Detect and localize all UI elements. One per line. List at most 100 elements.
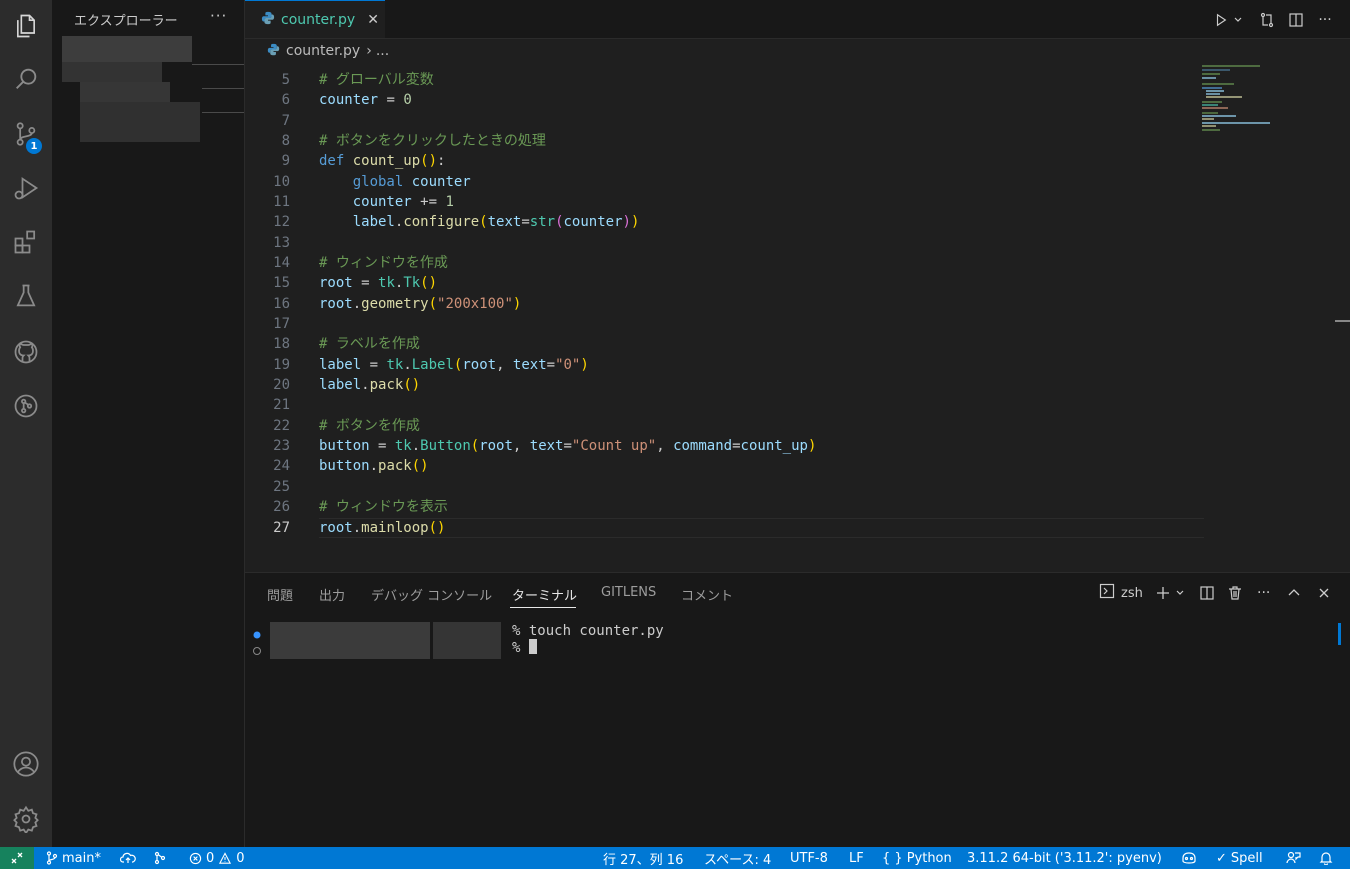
extensions-icon[interactable]	[0, 216, 52, 268]
terminal-dropdown-chevron-icon[interactable]	[1175, 583, 1185, 603]
testing-icon[interactable]	[0, 270, 52, 322]
end-of-line[interactable]: LF	[849, 847, 864, 869]
shell-name: zsh	[1121, 585, 1143, 601]
braces-icon: { }	[882, 850, 903, 866]
activity-bar: 1	[0, 0, 52, 847]
gitlens-icon[interactable]	[0, 380, 52, 432]
code-line: 9 def count_up():	[281, 153, 446, 169]
run-debug-icon[interactable]	[0, 162, 52, 214]
split-terminal-icon[interactable]	[1199, 583, 1215, 603]
code-editor[interactable]: 5 # グローバル変数 6 counter = 0 7 8 # ボタンをクリックしたと…	[245, 64, 1350, 571]
language-name: Python	[906, 850, 952, 866]
editor-tab-bar: counter.py ✕ ···	[245, 0, 1350, 39]
notifications-bell-icon[interactable]	[1319, 847, 1333, 869]
git-branch-icon	[46, 851, 58, 865]
status-bar: main* 0 0 行 27、列 16 スペース: 4 UTF-8 LF { }…	[0, 847, 1350, 869]
run-python-file-icon[interactable]	[1211, 10, 1231, 30]
code-line: 14 # ウィンドウを作成	[273, 255, 448, 271]
python-interpreter[interactable]: 3.11.2 64-bit ('3.11.2': pyenv)	[967, 847, 1162, 869]
tab-output[interactable]: 出力	[319, 585, 345, 604]
editor-more-actions-icon[interactable]: ···	[1315, 10, 1335, 30]
split-editor-icon[interactable]	[1286, 10, 1306, 30]
breadcrumb-file[interactable]: counter.py	[286, 43, 360, 59]
code-line: 11 counter += 1	[273, 194, 454, 210]
feedback-icon[interactable]	[1286, 847, 1301, 869]
code-line: 6 counter = 0	[281, 92, 412, 108]
minimap[interactable]	[1200, 64, 1300, 134]
code-line-current: 27 root.mainloop()	[273, 520, 446, 536]
code-line: 23 button = tk.Button(root, text="Count u…	[273, 438, 817, 454]
sidebar-more-icon[interactable]: ···	[210, 7, 227, 25]
sync-cloud-icon[interactable]	[120, 847, 136, 869]
code-line: 19 label = tk.Label(root, text="0")	[273, 357, 589, 373]
error-icon	[189, 852, 202, 864]
code-line: 16 root.geometry("200x100")	[273, 296, 522, 312]
terminal-scrollbar[interactable]	[1338, 623, 1341, 645]
close-panel-icon[interactable]	[1317, 583, 1331, 603]
tab-debug-console[interactable]: デバッグ コンソール	[371, 585, 492, 604]
explorer-icon[interactable]	[0, 0, 52, 52]
terminal-line: % touch counter.py	[512, 623, 664, 639]
tab-comments[interactable]: コメント	[681, 585, 733, 604]
warning-icon	[219, 851, 232, 864]
source-control-badge: 1	[26, 138, 42, 154]
code-line: 18 # ラベルを作成	[273, 336, 420, 352]
code-line: 7	[281, 113, 290, 129]
code-line: 15 root = tk.Tk()	[273, 275, 438, 291]
problems-indicator[interactable]: 0 0	[189, 847, 245, 869]
active-tab-indicator	[510, 607, 576, 608]
git-branch[interactable]: main*	[46, 847, 101, 869]
git-graph-icon[interactable]	[153, 847, 167, 869]
kill-terminal-trash-icon[interactable]	[1227, 583, 1243, 603]
indentation[interactable]: スペース: 4	[704, 847, 771, 869]
bottom-panel: 問題 出力 デバッグ コンソール ターミナル GITLENS コメント zsh …	[245, 572, 1350, 848]
code-line: 26 # ウィンドウを表示	[273, 499, 448, 515]
terminal-decoration-empty-icon	[252, 641, 262, 660]
explorer-sidebar: エクスプローラー ···	[52, 0, 245, 847]
code-line: 13	[273, 235, 290, 251]
settings-gear-icon[interactable]	[0, 793, 52, 845]
maximize-panel-chevron-up-icon[interactable]	[1287, 583, 1301, 603]
tab-gitlens[interactable]: GITLENS	[601, 585, 656, 600]
remote-indicator[interactable]	[0, 847, 34, 869]
code-line: 8 # ボタンをクリックしたときの処理	[281, 133, 546, 149]
warning-count: 0	[236, 850, 245, 866]
code-line: 12 label.configure(text=str(counter))	[273, 214, 640, 230]
python-file-icon	[261, 10, 275, 29]
tab-label: counter.py	[281, 11, 356, 28]
tab-counter-py[interactable]: counter.py ✕	[245, 0, 385, 38]
language-mode[interactable]: { } Python	[882, 847, 952, 869]
breadcrumb-python-icon	[267, 43, 280, 60]
source-control-icon[interactable]: 1	[0, 108, 52, 160]
cursor-position[interactable]: 行 27、列 16	[603, 847, 683, 869]
sidebar-title: エクスプローラー	[74, 14, 178, 29]
error-count: 0	[206, 850, 215, 866]
tab-close-icon[interactable]: ✕	[367, 12, 379, 28]
tab-terminal[interactable]: ターミナル	[512, 585, 577, 604]
spell-label: Spell	[1230, 850, 1263, 866]
breadcrumb-symbols[interactable]: ...	[376, 43, 389, 59]
code-line: 17	[273, 316, 290, 332]
account-icon[interactable]	[0, 738, 52, 790]
encoding[interactable]: UTF-8	[790, 847, 828, 869]
copilot-icon[interactable]	[1181, 847, 1197, 869]
code-line: 5 # グローバル変数	[281, 72, 434, 88]
editor-scrollbar-marker[interactable]	[1335, 320, 1350, 322]
code-line: 20 label.pack()	[273, 377, 421, 393]
panel-more-icon[interactable]: ···	[1257, 583, 1270, 603]
spell-check[interactable]: ✓ Spell	[1216, 847, 1263, 869]
compare-changes-icon[interactable]	[1257, 10, 1277, 30]
code-line: 25	[273, 479, 290, 495]
code-line: 21	[273, 397, 290, 413]
check-icon: ✓	[1216, 850, 1227, 866]
terminal-cursor	[528, 639, 537, 654]
search-icon[interactable]	[0, 53, 52, 105]
tab-problems[interactable]: 問題	[267, 585, 293, 604]
terminal-shell-selector[interactable]: zsh	[1099, 583, 1143, 603]
github-icon[interactable]	[0, 326, 52, 378]
new-terminal-plus-icon[interactable]	[1155, 583, 1171, 603]
run-dropdown-chevron-icon[interactable]	[1231, 10, 1245, 30]
code-line: 10 global counter	[273, 174, 471, 190]
terminal-line-current: %	[512, 639, 537, 657]
terminal-icon	[1099, 583, 1115, 603]
